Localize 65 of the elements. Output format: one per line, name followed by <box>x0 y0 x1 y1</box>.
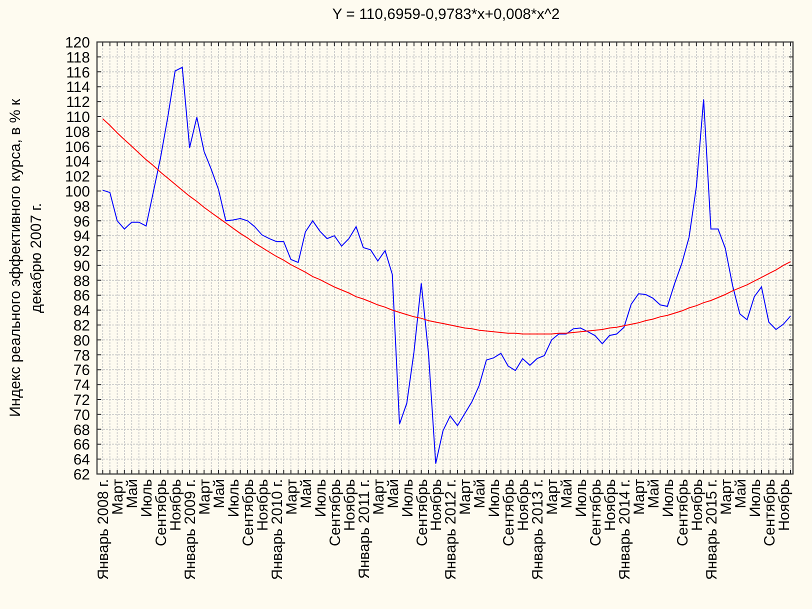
x-tick-label: Сентябрь <box>326 479 344 546</box>
x-tick-label: Сентябрь <box>588 479 605 546</box>
x-tick-label: Июль <box>226 479 243 518</box>
x-tick-label: Май <box>472 479 489 508</box>
y-tick-label: 116 <box>66 64 90 82</box>
x-tick-label: Июль <box>399 479 416 518</box>
x-tick-label: Май <box>298 479 315 508</box>
x-tick-label: Март <box>110 479 127 515</box>
chart-title: Y = 110,6959-0,9783*x+0,008*x^2 <box>332 6 560 22</box>
x-tick-label: Май <box>732 479 750 508</box>
y-tick-label: 74 <box>73 377 90 394</box>
x-tick-label: Март <box>370 479 388 515</box>
x-tick-label: Март <box>457 479 474 515</box>
y-tick-label: 102 <box>64 168 90 186</box>
y-tick-label: 96 <box>73 213 90 230</box>
x-tick-label: Март <box>630 479 648 515</box>
x-tick-label: Май <box>384 479 402 508</box>
x-tick-label: Май <box>645 479 662 508</box>
y-tick-label: 106 <box>64 138 90 156</box>
y-tick-label: 82 <box>73 318 90 335</box>
y-tick-label: 118 <box>66 49 90 66</box>
y-axis-title: Индекс реального эффективного курса, в % к декабрю 2007 г. <box>6 98 46 420</box>
y-tick-label: 64 <box>73 452 90 469</box>
y-tick-label: 84 <box>73 302 90 320</box>
x-tick-label: Сентябрь <box>414 479 431 546</box>
y-tick-label: 68 <box>73 422 90 439</box>
x-tick-label: Июль <box>138 479 156 518</box>
x-tick-label: Март <box>283 479 300 515</box>
x-tick-label: Июль <box>312 479 330 518</box>
x-tick-label: Сентябрь <box>674 479 692 546</box>
y-tick-label: 86 <box>73 288 90 305</box>
y-tick-label: 78 <box>73 347 90 364</box>
x-tick-label: Сентябрь <box>153 479 170 546</box>
x-tick-label: Май <box>124 479 142 508</box>
y-tick-label: 90 <box>73 258 90 275</box>
x-tick-label: Июль <box>746 479 764 518</box>
x-tick-label: Май <box>558 479 576 508</box>
y-tick-label: 76 <box>73 362 90 380</box>
y-tick-label: 62 <box>73 466 90 484</box>
x-tick-label: Март <box>544 479 562 515</box>
x-tick-label: Июль <box>660 479 677 518</box>
y-tick-label: 114 <box>66 79 90 96</box>
x-tick-label: Май <box>211 479 228 508</box>
y-tick-label: 72 <box>73 392 90 410</box>
y-tick-label: 120 <box>64 34 90 52</box>
y-tick-label: 80 <box>73 332 90 350</box>
y-tick-label: 70 <box>73 406 90 424</box>
x-tick-label: Июль <box>573 479 590 518</box>
y-tick-label: 100 <box>64 183 90 200</box>
y-tick-label: 66 <box>73 436 90 454</box>
x-tick-label: Сентябрь <box>240 479 257 546</box>
y-tick-label: 104 <box>64 154 90 171</box>
y-tick-label: 112 <box>66 94 90 112</box>
x-tick-label: Март <box>196 479 214 515</box>
y-tick-label: 88 <box>73 272 90 290</box>
y-tick-label: 92 <box>73 243 90 260</box>
x-tick-label: Июль <box>486 479 504 518</box>
x-tick-label: Март <box>718 479 735 515</box>
x-tick-label: Январь 2008 г. <box>95 479 112 580</box>
y-tick-label: 110 <box>66 108 90 126</box>
y-tick-label: 98 <box>73 198 90 216</box>
x-tick-label: Сентябрь <box>761 479 778 546</box>
x-tick-label: Сентябрь <box>500 479 518 546</box>
y-tick-label: 108 <box>64 124 90 141</box>
y-tick-label: 94 <box>73 228 90 246</box>
